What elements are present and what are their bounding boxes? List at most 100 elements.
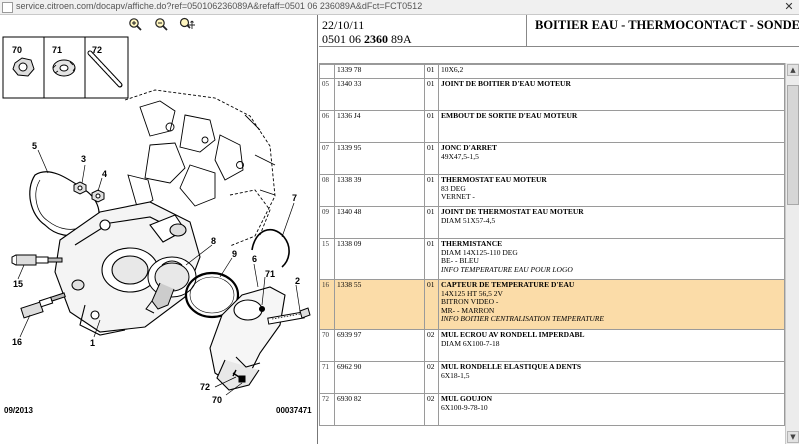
part-quantity: 01 bbox=[424, 110, 439, 143]
part-title: MUL RONDELLE ELASTIQUE A DENTS bbox=[441, 362, 582, 371]
table-row[interactable]: 15 1338 09 01 THERMISTANCE DIAM 14X125-110 D… bbox=[319, 238, 785, 280]
part-reference[interactable]: 6962 90 bbox=[334, 361, 425, 394]
callout-6: 6 bbox=[252, 254, 257, 264]
part-reference[interactable]: 1338 39 bbox=[334, 174, 425, 207]
part-quantity: 02 bbox=[424, 329, 439, 362]
callout-3: 3 bbox=[81, 154, 86, 164]
callout-72: 72 bbox=[200, 382, 210, 392]
parts-table-scroll[interactable]: 1339 78 01 10X6,2 05 1340 33 01 JOINT DE BOITI… bbox=[319, 63, 785, 444]
callout-71-inset: 71 bbox=[52, 45, 62, 55]
table-row[interactable]: 06 1336 J4 01 EMBOUT DE SORTIE D'EAU MOTEUR bbox=[319, 110, 785, 143]
vertical-scrollbar[interactable]: ▲ ▼ bbox=[785, 63, 799, 444]
part-quantity: 02 bbox=[424, 361, 439, 394]
part-spec-line: 49X47,5-1,5 bbox=[441, 151, 479, 161]
part-description: THERMISTANCE DIAM 14X125-110 DEG BE- - BLE… bbox=[438, 238, 785, 280]
part-spec-line: 10X6,2 bbox=[441, 65, 464, 74]
part-description: MUL ECROU AV RONDELL IMPERDABL DIAM 6X100… bbox=[438, 329, 785, 362]
scroll-thumb[interactable] bbox=[787, 85, 799, 205]
part-quantity: 01 bbox=[424, 64, 439, 79]
item-number: 16 bbox=[319, 279, 335, 330]
table-row[interactable]: 72 6930 82 02 MUL GOUJON 6X100-9-78-10 bbox=[319, 393, 785, 426]
table-row[interactable]: 16 1338 55 01 CAPTEUR DE TEMPERATURE D'EAU 1… bbox=[319, 279, 785, 330]
part-description: THERMOSTAT EAU MOTEUR 83 DEG VERNET - bbox=[438, 174, 785, 207]
part-description: MUL GOUJON 6X100-9-78-10 bbox=[438, 393, 785, 426]
callout-70-inset: 70 bbox=[12, 45, 22, 55]
item-number: 72 bbox=[319, 393, 335, 426]
sensor-15 bbox=[11, 254, 63, 266]
item-number: 06 bbox=[319, 110, 335, 143]
header-meta: 22/10/11 0501 06 2360 89A bbox=[319, 15, 527, 47]
table-row[interactable]: 05 1340 33 01 JOINT DE BOITIER D'EAU MOTEUR bbox=[319, 78, 785, 111]
scroll-up-icon[interactable]: ▲ bbox=[787, 64, 799, 76]
part-reference[interactable]: 1340 33 bbox=[334, 78, 425, 111]
part-reference[interactable]: 1340 48 bbox=[334, 206, 425, 239]
table-row[interactable]: 07 1339 95 01 JONC D'ARRET 49X47,5-1,5 bbox=[319, 142, 785, 175]
circlip bbox=[251, 228, 290, 268]
callout-72-inset: 72 bbox=[92, 45, 102, 55]
part-description: JOINT DE THERMOSTAT EAU MOTEUR DIAM 51X57… bbox=[438, 206, 785, 239]
page-favicon-icon bbox=[2, 2, 13, 13]
table-row[interactable]: 1339 78 01 10X6,2 bbox=[319, 64, 785, 79]
part-title: EMBOUT DE SORTIE D'EAU MOTEUR bbox=[441, 111, 578, 120]
item-number: 71 bbox=[319, 361, 335, 394]
diagram-pane: 70 71 72 5 3 4 7 8 9 6 71 2 15 16 1 72 7… bbox=[0, 15, 318, 444]
callout-5: 5 bbox=[32, 141, 37, 151]
part-reference[interactable]: 1336 J4 bbox=[334, 110, 425, 143]
callout-1: 1 bbox=[90, 338, 95, 348]
item-number: 07 bbox=[319, 142, 335, 175]
part-spec-line: 6X100-9-78-10 bbox=[441, 402, 488, 412]
diagram-code: 00037471 bbox=[276, 406, 312, 415]
callout-9: 9 bbox=[232, 249, 237, 259]
part-info-note: INFO BOITIER CENTRALISATION TEMPERATURE bbox=[441, 314, 604, 323]
url-text[interactable]: service.citroen.com/docapv/affiche.do?re… bbox=[16, 1, 422, 11]
item-number: 15 bbox=[319, 238, 335, 280]
parts-table: 1339 78 01 10X6,2 05 1340 33 01 JOINT DE BOITI… bbox=[319, 64, 785, 426]
part-quantity: 01 bbox=[424, 174, 439, 207]
diagram-date: 09/2013 bbox=[4, 406, 33, 415]
table-row[interactable]: 09 1340 48 01 JOINT DE THERMOSTAT EAU MOTEU… bbox=[319, 206, 785, 239]
part-spec-line: DIAM 51X57-4,5 bbox=[441, 215, 496, 225]
part-title: MUL GOUJON bbox=[441, 394, 493, 403]
outlet-elbow bbox=[209, 286, 286, 391]
part-spec-line: 83 DEG bbox=[441, 183, 466, 193]
part-description: MUL RONDELLE ELASTIQUE A DENTS 6X18-1,5 bbox=[438, 361, 785, 394]
part-title: JOINT DE BOITIER D'EAU MOTEUR bbox=[441, 79, 571, 88]
callout-70: 70 bbox=[212, 395, 222, 405]
callout-15: 15 bbox=[13, 279, 23, 289]
callout-2: 2 bbox=[295, 276, 300, 286]
part-spec-line: VERNET - bbox=[441, 192, 475, 201]
address-bar[interactable]: service.citroen.com/docapv/affiche.do?re… bbox=[0, 0, 799, 15]
part-spec-line: DIAM 6X100-7-18 bbox=[441, 338, 500, 348]
ref-bold: 2360 bbox=[364, 32, 388, 46]
close-icon[interactable]: ✕ bbox=[783, 0, 795, 13]
item-number: 09 bbox=[319, 206, 335, 239]
part-title: THERMOSTAT EAU MOTEUR bbox=[441, 175, 547, 184]
part-reference[interactable]: 1339 78 bbox=[334, 64, 425, 79]
item-number: 08 bbox=[319, 174, 335, 207]
part-description: CAPTEUR DE TEMPERATURE D'EAU 14X125 HT 56… bbox=[438, 279, 785, 330]
table-row[interactable]: 08 1338 39 01 THERMOSTAT EAU MOTEUR 83 DEG VE… bbox=[319, 174, 785, 207]
part-reference[interactable]: 1339 95 bbox=[334, 142, 425, 175]
part-reference[interactable]: 1338 55 bbox=[334, 279, 425, 330]
parts-pane: 22/10/11 0501 06 2360 89A BOITIER EAU - … bbox=[319, 15, 799, 444]
table-row[interactable]: 71 6962 90 02 MUL RONDELLE ELASTIQUE A DENT… bbox=[319, 361, 785, 394]
part-spec-line: DIAM 14X125-110 DEG bbox=[441, 247, 518, 257]
part-quantity: 02 bbox=[424, 393, 439, 426]
table-row[interactable]: 70 6939 97 02 MUL ECROU AV RONDELL IMPERDAB… bbox=[319, 329, 785, 362]
callout-16: 16 bbox=[12, 337, 22, 347]
callout-71: 71 bbox=[265, 269, 275, 279]
header-date: 22/10/11 bbox=[322, 18, 365, 32]
part-reference[interactable]: 6939 97 bbox=[334, 329, 425, 362]
part-reference[interactable]: 6930 82 bbox=[334, 393, 425, 426]
part-title: JONC D'ARRET bbox=[441, 143, 498, 152]
part-quantity: 01 bbox=[424, 279, 439, 330]
part-description: EMBOUT DE SORTIE D'EAU MOTEUR bbox=[438, 110, 785, 143]
part-quantity: 01 bbox=[424, 78, 439, 111]
parts-header: 22/10/11 0501 06 2360 89A BOITIER EAU - … bbox=[319, 15, 799, 47]
item-number: 05 bbox=[319, 78, 335, 111]
part-reference[interactable]: 1338 09 bbox=[334, 238, 425, 280]
item-number bbox=[319, 64, 335, 79]
scroll-down-icon[interactable]: ▼ bbox=[787, 431, 799, 443]
sensor-16 bbox=[20, 292, 66, 319]
part-quantity: 01 bbox=[424, 206, 439, 239]
